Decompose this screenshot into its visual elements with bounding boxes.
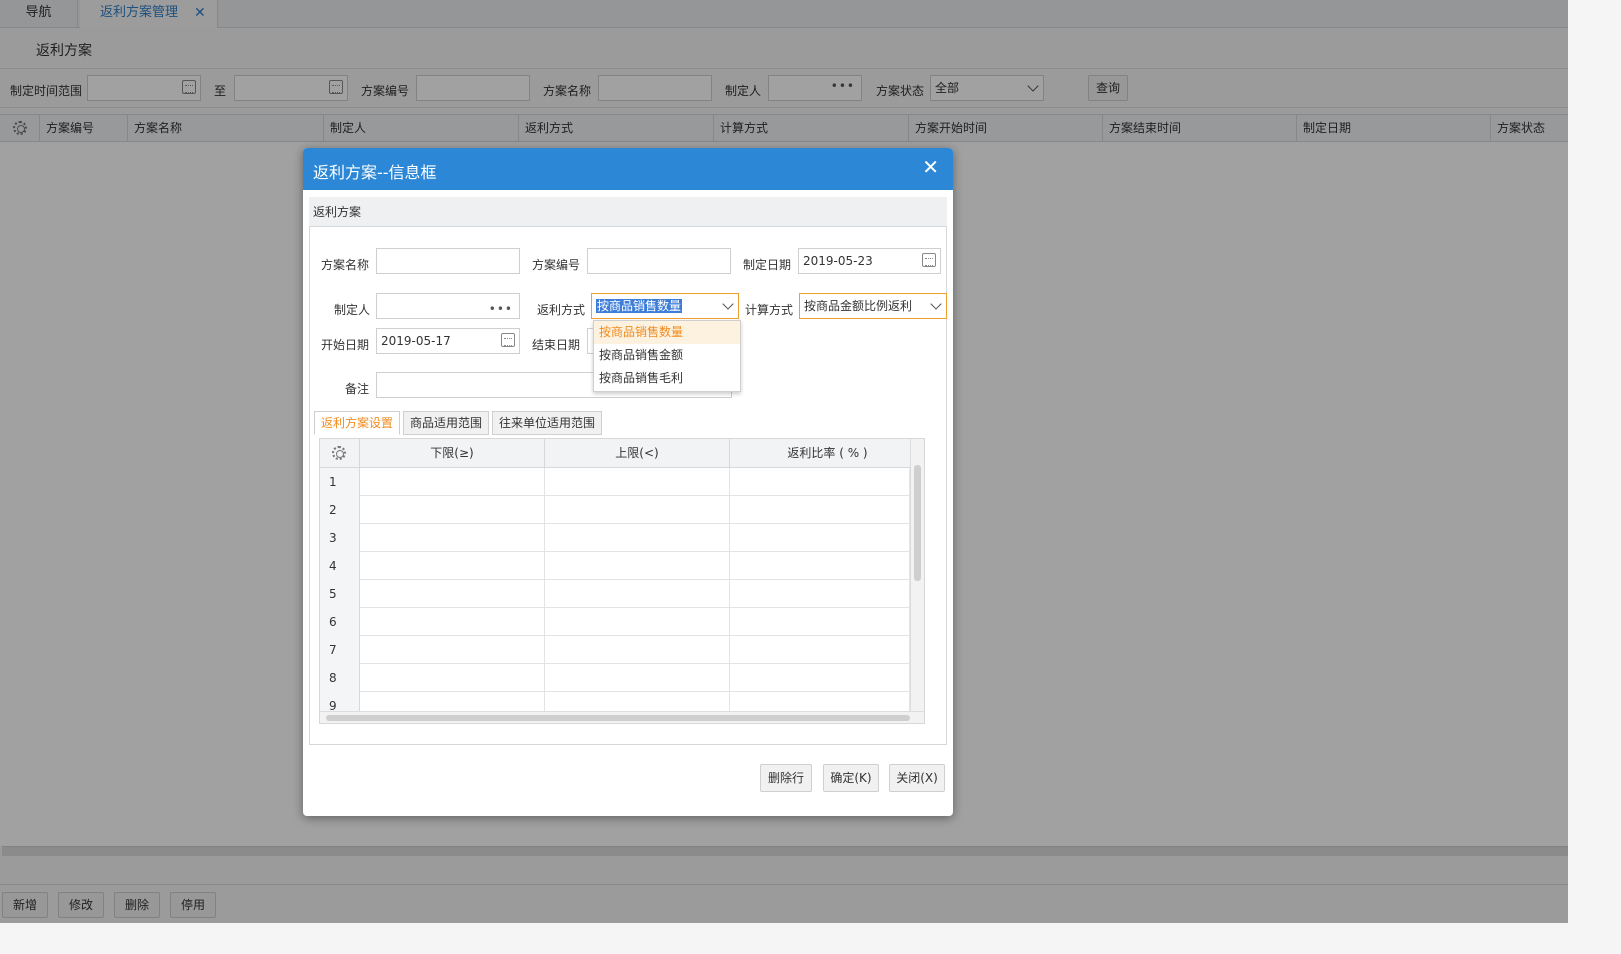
table-row[interactable]: 1 (320, 468, 924, 496)
start-date-value: 2019-05-17 (381, 334, 451, 348)
name-label: 方案名称 (321, 258, 370, 272)
rebate-mode-select[interactable]: 按商品销售数量 (591, 293, 739, 319)
end-date-label: 结束日期 (532, 338, 581, 352)
chevron-down-icon (722, 298, 734, 310)
delete-row-button[interactable]: 删除行 (760, 764, 812, 792)
table-row[interactable]: 7 (320, 636, 924, 664)
table-row[interactable]: 3 (320, 524, 924, 552)
lower-limit-cell[interactable] (360, 664, 545, 692)
maker-label: 制定人 (334, 303, 371, 317)
rebate-mode-label: 返利方式 (537, 303, 586, 317)
row-number: 3 (320, 524, 360, 552)
section-title: 返利方案 (309, 197, 947, 227)
dropdown-option[interactable]: 按商品销售数量 (594, 321, 740, 344)
table-row[interactable]: 4 (320, 552, 924, 580)
grid-settings[interactable] (320, 439, 360, 467)
upper-limit-cell[interactable] (545, 552, 730, 580)
gear-icon[interactable] (332, 446, 346, 460)
lower-limit-cell[interactable] (360, 608, 545, 636)
rate-cell[interactable] (730, 580, 910, 608)
rebate-settings-grid: 下限(≥) 上限(<) 返利比率 ( % ) 1 2 3 4 5 6 7 8 9 (319, 438, 925, 724)
close-icon[interactable]: ✕ (922, 157, 939, 177)
rate-cell[interactable] (730, 524, 910, 552)
row-number: 4 (320, 552, 360, 580)
make-date-value: 2019-05-23 (803, 254, 873, 268)
date-label: 制定日期 (743, 258, 792, 272)
calc-mode-label: 计算方式 (745, 303, 794, 317)
dialog-title: 返利方案--信息框 (313, 163, 437, 182)
column-header[interactable]: 下限(≥) (360, 439, 545, 467)
lower-limit-cell[interactable] (360, 552, 545, 580)
calc-mode-value: 按商品金额比例返利 (804, 299, 913, 313)
scrollbar-thumb[interactable] (326, 715, 910, 721)
upper-limit-cell[interactable] (545, 496, 730, 524)
scrollbar-thumb[interactable] (914, 465, 921, 581)
more-icon[interactable]: ••• (489, 297, 513, 321)
vertical-scrollbar[interactable] (910, 439, 924, 723)
code-label: 方案编号 (532, 258, 581, 272)
grid-header: 下限(≥) 上限(<) 返利比率 ( % ) (320, 439, 924, 468)
dropdown-option[interactable]: 按商品销售金额 (594, 344, 740, 367)
row-number: 1 (320, 468, 360, 496)
row-number: 7 (320, 636, 360, 664)
rate-cell[interactable] (730, 552, 910, 580)
start-date-input[interactable]: 2019-05-17 (376, 328, 520, 354)
close-button[interactable]: 关闭(X) (889, 764, 945, 792)
calendar-icon[interactable] (501, 333, 515, 347)
start-date-label: 开始日期 (321, 338, 370, 352)
lower-limit-cell[interactable] (360, 636, 545, 664)
column-header[interactable]: 返利比率 ( % ) (730, 439, 924, 467)
rate-cell[interactable] (730, 664, 910, 692)
dialog-header: 返利方案--信息框 ✕ (303, 148, 953, 190)
table-row[interactable]: 6 (320, 608, 924, 636)
upper-limit-cell[interactable] (545, 524, 730, 552)
table-row[interactable]: 8 (320, 664, 924, 692)
upper-limit-cell[interactable] (545, 636, 730, 664)
lower-limit-cell[interactable] (360, 580, 545, 608)
chevron-down-icon (930, 298, 942, 310)
remark-label: 备注 (345, 382, 370, 396)
row-number: 2 (320, 496, 360, 524)
table-row[interactable]: 2 (320, 496, 924, 524)
rebate-dialog: 返利方案--信息框 ✕ 返利方案 方案名称 方案编号 制定日期 2019-05-… (303, 148, 953, 816)
tab-product-scope[interactable]: 商品适用范围 (403, 411, 490, 435)
upper-limit-cell[interactable] (545, 580, 730, 608)
lower-limit-cell[interactable] (360, 524, 545, 552)
rebate-mode-value: 按商品销售数量 (596, 299, 683, 313)
rate-cell[interactable] (730, 496, 910, 524)
row-number: 8 (320, 664, 360, 692)
upper-limit-cell[interactable] (545, 468, 730, 496)
upper-limit-cell[interactable] (545, 664, 730, 692)
row-number: 6 (320, 608, 360, 636)
confirm-button[interactable]: 确定(K) (823, 764, 879, 792)
dropdown-option[interactable]: 按商品销售毛利 (594, 367, 740, 390)
rate-cell[interactable] (730, 636, 910, 664)
row-number: 5 (320, 580, 360, 608)
rebate-mode-dropdown: 按商品销售数量 按商品销售金额 按商品销售毛利 (593, 320, 741, 392)
name-input[interactable] (376, 248, 520, 274)
column-header[interactable]: 上限(<) (545, 439, 730, 467)
rate-cell[interactable] (730, 608, 910, 636)
code-input[interactable] (587, 248, 731, 274)
rate-cell[interactable] (730, 468, 910, 496)
upper-limit-cell[interactable] (545, 608, 730, 636)
make-date-input[interactable]: 2019-05-23 (798, 248, 941, 274)
lower-limit-cell[interactable] (360, 496, 545, 524)
calendar-icon[interactable] (922, 253, 936, 267)
lower-limit-cell[interactable] (360, 468, 545, 496)
maker-input[interactable]: ••• (376, 293, 520, 319)
calc-mode-select[interactable]: 按商品金额比例返利 (799, 293, 947, 319)
tab-partner-scope[interactable]: 往来单位适用范围 (492, 411, 603, 435)
table-row[interactable]: 5 (320, 580, 924, 608)
horizontal-scrollbar[interactable] (320, 711, 924, 723)
tab-rebate-settings[interactable]: 返利方案设置 (314, 411, 401, 435)
